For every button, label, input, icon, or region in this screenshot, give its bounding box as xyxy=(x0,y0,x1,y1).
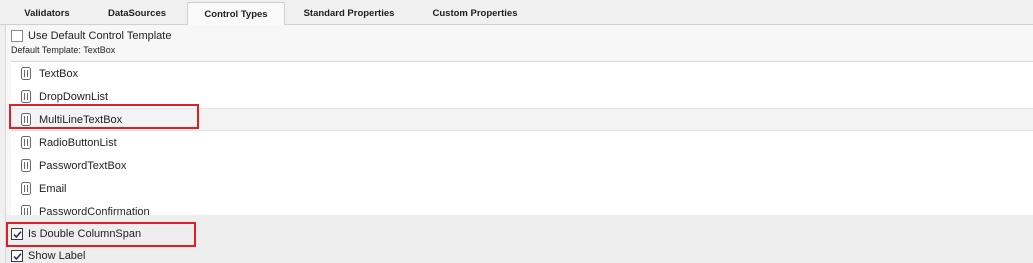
list-item-label: PasswordTextBox xyxy=(39,159,127,172)
list-item-label: DropDownList xyxy=(39,90,109,103)
control-type-icon xyxy=(21,67,31,80)
tab-control-types[interactable]: Control Types xyxy=(187,2,285,26)
checkmark-icon xyxy=(12,252,22,260)
is-double-columnspan-label: Is Double ColumnSpan xyxy=(28,228,142,240)
is-double-columnspan-option[interactable]: Is Double ColumnSpan xyxy=(11,228,141,240)
list-item[interactable]: PasswordConfirmation xyxy=(11,200,1033,215)
show-label-label: Show Label xyxy=(28,250,86,262)
list-item[interactable]: DropDownList xyxy=(11,85,1033,108)
use-default-template-label: Use Default Control Template xyxy=(28,30,172,42)
tab-validators[interactable]: Validators xyxy=(10,4,84,25)
control-type-icon xyxy=(21,136,31,149)
list-item[interactable]: RadioButtonList xyxy=(11,131,1033,154)
is-double-columnspan-checkbox[interactable] xyxy=(11,228,23,240)
options-area: Is Double ColumnSpan Show Label xyxy=(6,215,1033,263)
tab-custom-properties[interactable]: Custom Properties xyxy=(414,4,536,25)
list-item[interactable]: PasswordTextBox xyxy=(11,154,1033,177)
control-type-icon xyxy=(21,90,31,103)
show-label-checkbox[interactable] xyxy=(11,250,23,262)
list-item[interactable]: TextBox xyxy=(11,62,1033,85)
checkmark-icon xyxy=(12,230,22,238)
list-item-selected[interactable]: MultiLineTextBox xyxy=(11,108,1033,131)
tab-strip: Validators DataSources Control Types Sta… xyxy=(0,0,1033,26)
list-item-label: TextBox xyxy=(39,67,79,80)
tab-datasources[interactable]: DataSources xyxy=(92,4,182,25)
list-item-label: MultiLineTextBox xyxy=(39,113,123,126)
show-label-option[interactable]: Show Label xyxy=(11,250,86,262)
list-item[interactable]: Email xyxy=(11,177,1033,200)
use-default-template-checkbox[interactable] xyxy=(11,30,23,42)
control-type-icon xyxy=(21,182,31,195)
use-default-template-option[interactable]: Use Default Control Template xyxy=(11,30,171,42)
control-type-icon xyxy=(21,159,31,172)
tab-standard-properties[interactable]: Standard Properties xyxy=(290,4,408,25)
control-types-panel: Use Default Control Template Default Tem… xyxy=(5,25,1033,263)
control-type-icon xyxy=(21,113,31,126)
list-item-label: RadioButtonList xyxy=(39,136,117,149)
default-template-text: Default Template: TextBox xyxy=(11,45,116,55)
list-item-label: Email xyxy=(39,182,67,195)
control-types-list[interactable]: TextBox DropDownList MultiLineTextBox Ra… xyxy=(11,61,1033,216)
